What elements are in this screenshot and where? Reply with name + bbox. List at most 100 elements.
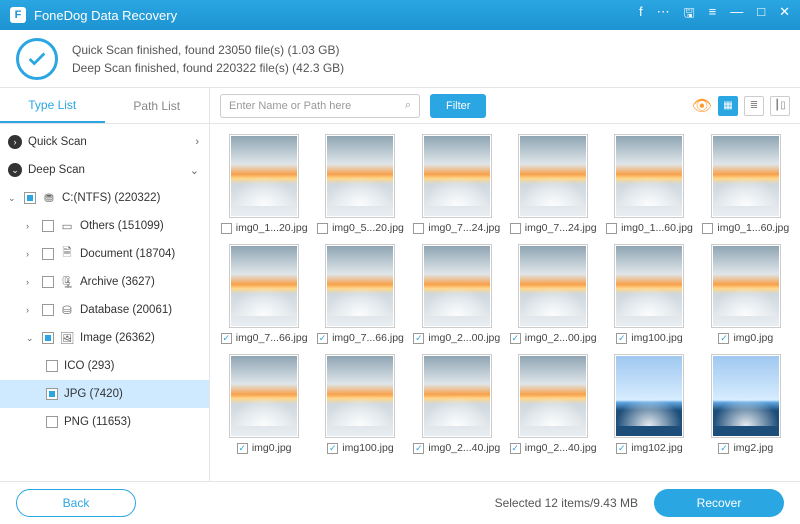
back-button[interactable]: Back (16, 489, 136, 517)
file-item[interactable]: ✓img0_2...00.jpg (509, 244, 597, 344)
file-checkbox[interactable]: ✓ (413, 443, 424, 454)
thumbnail[interactable] (518, 134, 588, 218)
thumbnail[interactable] (229, 354, 299, 438)
tree: Quick Scan › Deep Scan ⌄ ⌄ ⛃ C:(NTFS) (2… (0, 124, 209, 481)
thumbnail[interactable] (325, 244, 395, 328)
file-item[interactable]: ✓img0_7...66.jpg (220, 244, 308, 344)
file-item[interactable]: img0_5...20.jpg (316, 134, 404, 234)
file-checkbox[interactable]: ✓ (510, 443, 521, 454)
file-item[interactable]: ✓ img2.jpg (702, 354, 790, 454)
tree-archive[interactable]: › 🗜 Archive (3627) (0, 268, 209, 296)
file-checkbox[interactable]: ✓ (616, 443, 627, 454)
tree-drive[interactable]: ⌄ ⛃ C:(NTFS) (220322) (0, 184, 209, 212)
file-name: img2.jpg (733, 442, 773, 454)
file-checkbox[interactable]: ✓ (317, 333, 328, 344)
file-checkbox[interactable] (317, 223, 328, 234)
file-item[interactable]: ✓img100.jpg (605, 244, 693, 344)
file-item[interactable]: img0_1...20.jpg (220, 134, 308, 234)
file-item[interactable]: ✓img0_2...40.jpg (509, 354, 597, 454)
checkbox-icon[interactable] (42, 248, 54, 260)
file-checkbox[interactable]: ✓ (718, 443, 729, 454)
tree-jpg[interactable]: JPG (7420) (0, 380, 209, 408)
recover-button[interactable]: Recover (654, 489, 784, 517)
checkbox-icon[interactable] (46, 360, 58, 372)
list-view-icon[interactable]: ≣ (744, 96, 764, 116)
search-input[interactable]: Enter Name or Path here ⌕ (220, 94, 420, 118)
close-icon[interactable]: ✕ (779, 4, 790, 26)
feedback-icon[interactable]: ⋯ (657, 4, 670, 26)
file-item[interactable]: ✓img0_2...00.jpg (413, 244, 501, 344)
titlebar-icons: f ⋯ 🖫 ≡ — □ ✕ (639, 4, 790, 26)
thumbnail[interactable] (711, 134, 781, 218)
file-checkbox[interactable] (413, 223, 424, 234)
thumbnail[interactable] (422, 134, 492, 218)
thumbnail[interactable] (614, 134, 684, 218)
file-checkbox[interactable]: ✓ (237, 443, 248, 454)
tree-deep-scan[interactable]: Deep Scan ⌄ (0, 156, 209, 184)
file-item[interactable]: ✓ img102.jpg (605, 354, 693, 454)
thumbnail[interactable] (229, 134, 299, 218)
thumbnail[interactable] (422, 354, 492, 438)
file-item[interactable]: ✓img0_2...40.jpg (413, 354, 501, 454)
filter-button[interactable]: Filter (430, 94, 486, 118)
thumbnail[interactable] (711, 354, 781, 438)
checkbox-icon[interactable] (42, 276, 54, 288)
file-item[interactable]: img0_1...60.jpg (702, 134, 790, 234)
minimize-icon[interactable]: — (730, 4, 743, 26)
tree-ico[interactable]: ICO (293) (0, 352, 209, 380)
tab-type-list[interactable]: Type List (0, 88, 105, 123)
status-quick: Quick Scan finished, found 23050 file(s)… (72, 43, 344, 57)
thumbnail[interactable] (518, 354, 588, 438)
checkbox-icon[interactable] (42, 332, 54, 344)
tab-path-list[interactable]: Path List (105, 88, 210, 123)
file-item[interactable]: ✓img100.jpg (316, 354, 404, 454)
database-icon: ⛁ (60, 303, 74, 317)
file-checkbox[interactable]: ✓ (616, 333, 627, 344)
detail-view-icon[interactable]: ┃▯ (770, 96, 790, 116)
tree-png[interactable]: PNG (11653) (0, 408, 209, 436)
facebook-icon[interactable]: f (639, 4, 643, 26)
image-icon: 🖼 (60, 331, 74, 345)
file-checkbox[interactable]: ✓ (327, 443, 338, 454)
file-item[interactable]: ✓img0.jpg (702, 244, 790, 344)
file-checkbox[interactable] (221, 223, 232, 234)
app-logo: F (10, 7, 26, 23)
file-checkbox[interactable] (702, 223, 713, 234)
save-icon[interactable]: 🖫 (684, 4, 695, 26)
file-item[interactable]: ✓img0.jpg (220, 354, 308, 454)
thumbnail[interactable] (325, 134, 395, 218)
tree-others[interactable]: › ▭ Others (151099) (0, 212, 209, 240)
tree-quick-scan[interactable]: Quick Scan › (0, 128, 209, 156)
collapse-icon (8, 135, 22, 149)
tree-document[interactable]: › 🗎 Document (18704) (0, 240, 209, 268)
file-checkbox[interactable] (606, 223, 617, 234)
file-item[interactable]: img0_7...24.jpg (413, 134, 501, 234)
tree-image[interactable]: ⌄ 🖼 Image (26362) (0, 324, 209, 352)
thumbnail[interactable] (422, 244, 492, 328)
thumbnail[interactable] (614, 244, 684, 328)
file-item[interactable]: img0_7...24.jpg (509, 134, 597, 234)
file-checkbox[interactable]: ✓ (221, 333, 232, 344)
tree-database[interactable]: › ⛁ Database (20061) (0, 296, 209, 324)
checkbox-icon[interactable] (42, 304, 54, 316)
thumbnail[interactable] (614, 354, 684, 438)
file-checkbox[interactable]: ✓ (510, 333, 521, 344)
maximize-icon[interactable]: □ (757, 4, 765, 26)
preview-icon[interactable]: 👁 (692, 96, 712, 116)
thumbnail[interactable] (229, 244, 299, 328)
menu-icon[interactable]: ≡ (709, 4, 717, 26)
grid-view-icon[interactable]: ▦ (718, 96, 738, 116)
file-item[interactable]: img0_1...60.jpg (605, 134, 693, 234)
checkbox-icon[interactable] (46, 388, 58, 400)
file-name: img102.jpg (631, 442, 682, 454)
thumbnail[interactable] (518, 244, 588, 328)
thumbnail[interactable] (711, 244, 781, 328)
thumbnail[interactable] (325, 354, 395, 438)
checkbox-icon[interactable] (46, 416, 58, 428)
checkbox-icon[interactable] (24, 192, 36, 204)
file-checkbox[interactable] (510, 223, 521, 234)
file-checkbox[interactable]: ✓ (718, 333, 729, 344)
file-item[interactable]: ✓img0_7...66.jpg (316, 244, 404, 344)
file-checkbox[interactable]: ✓ (413, 333, 424, 344)
checkbox-icon[interactable] (42, 220, 54, 232)
